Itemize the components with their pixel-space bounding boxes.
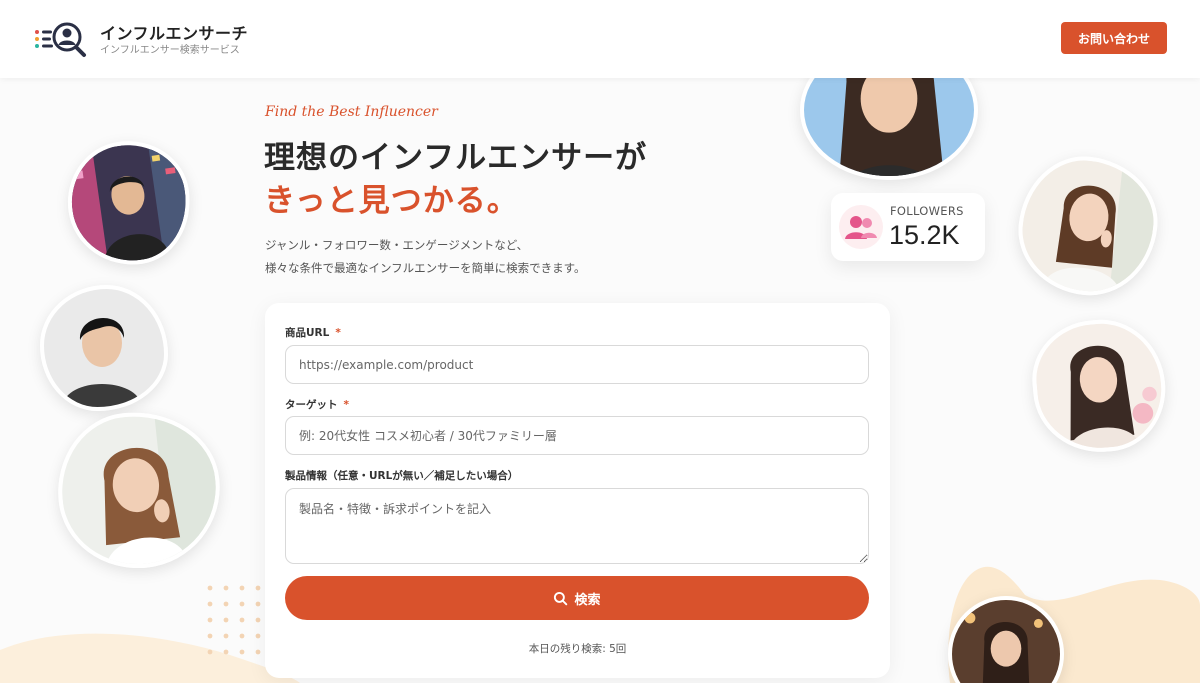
product-url-input[interactable] — [285, 345, 869, 384]
followers-icon-background — [839, 205, 883, 249]
followers-label: FOLLOWERS — [890, 204, 964, 218]
hero-description-line-2: 様々な条件で最適なインフルエンサーを簡単に検索できます。 — [265, 261, 586, 275]
search-button[interactable]: 検索 — [285, 576, 869, 620]
search-form-card: 商品URL * ターゲット * 製品情報（任意・URLが無い／補足したい場合） 検索… — [265, 303, 890, 678]
hero-headline: 理想のインフルエンサーが — [264, 140, 648, 176]
hero-description-line-1: ジャンル・フォロワー数・エンゲージメントなど、 — [265, 238, 529, 252]
required-mark: * — [343, 399, 350, 411]
influencer-avatar-woman-flowers — [1027, 314, 1171, 458]
logo-icon[interactable] — [34, 20, 88, 58]
followers-value: 15.2K — [889, 220, 960, 250]
influencer-avatar-man-city — [59, 133, 199, 273]
influencer-avatar-woman-smile — [50, 403, 228, 577]
hero-headline-accent: きっと見つかる。 — [264, 183, 519, 219]
target-label: ターゲット * — [285, 397, 349, 412]
product-url-label-text: 商品URL — [285, 327, 330, 339]
site-header: インフルエンサーチ インフルエンサー検索サービス お問い合わせ — [0, 0, 1200, 78]
influencer-avatar-woman-white — [1012, 150, 1164, 302]
target-input[interactable] — [285, 416, 869, 455]
required-mark: * — [335, 327, 341, 339]
target-label-text: ターゲット — [285, 399, 338, 411]
users-icon — [845, 216, 877, 239]
product-info-textarea[interactable] — [285, 488, 869, 564]
dot-pattern — [207, 585, 261, 655]
hero-tagline: Find the Best Influencer — [265, 104, 438, 120]
product-info-label: 製品情報（任意・URLが無い／補足したい場合） — [285, 470, 519, 482]
product-url-label: 商品URL * — [285, 325, 341, 340]
followers-card: FOLLOWERS 15.2K — [831, 193, 985, 261]
brand-subtitle: インフルエンサー検索サービス — [100, 45, 240, 56]
search-icon — [554, 591, 568, 605]
contact-button[interactable]: お問い合わせ — [1061, 22, 1167, 54]
search-button-label: 検索 — [574, 592, 601, 608]
remaining-searches: 本日の残り検索: 5回 — [528, 643, 627, 655]
influencer-avatar-man-portrait — [40, 285, 168, 411]
